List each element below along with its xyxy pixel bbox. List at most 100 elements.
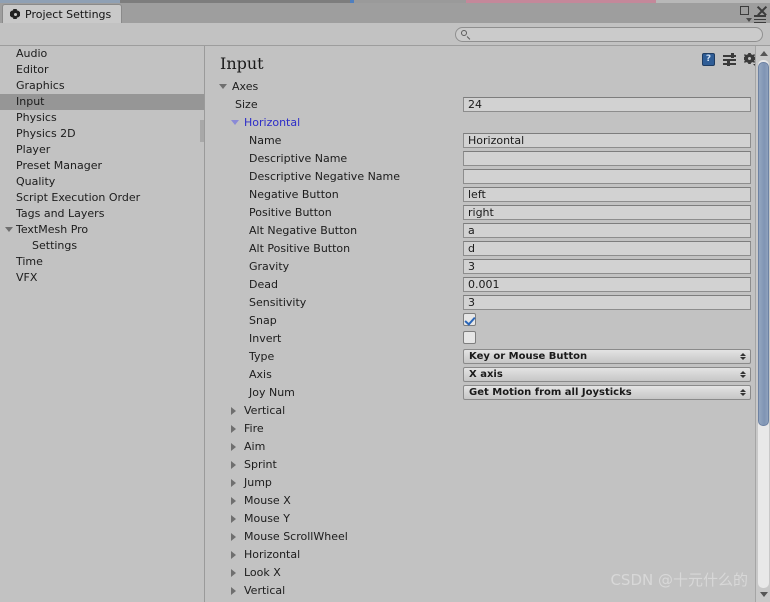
sidebar-item-physics[interactable]: Physics [0,110,204,126]
property-label[interactable]: Mouse ScrollWheel [244,530,348,544]
property-input-sensitivity[interactable] [463,295,751,310]
property-label: Name [249,134,282,147]
property-label: Descriptive Negative Name [249,170,401,183]
sidebar-item-label: Quality [16,175,56,188]
chevron-right-icon[interactable] [231,587,236,595]
property-row-fire: Fire [205,420,770,438]
property-row-horizontal: Horizontal [205,114,770,132]
property-label[interactable]: Aim [244,440,265,454]
sidebar-item-vfx[interactable]: VFX [0,270,204,286]
scroll-up-icon[interactable] [758,48,769,59]
property-input-name[interactable] [463,133,751,148]
sidebar-item-settings[interactable]: Settings [0,238,204,254]
property-label: Snap [249,314,277,327]
chevron-down-icon[interactable] [5,227,13,232]
sidebar-item-time[interactable]: Time [0,254,204,270]
property-label[interactable]: Jump [244,476,272,490]
property-label[interactable]: Axes [232,80,258,94]
property-input-negative-button[interactable] [463,187,751,202]
scroll-down-icon[interactable] [758,589,769,600]
property-label[interactable]: Look X [244,566,281,580]
settings-sidebar[interactable]: Audio Editor Graphics Input Physics Physics 2… [0,46,204,602]
property-row-invert: Invert [205,330,770,348]
sidebar-item-input[interactable]: Input [0,94,204,110]
search-input[interactable] [470,28,754,41]
splitter-handle[interactable] [200,120,204,142]
property-row-type: Type Key or Mouse Button [205,348,770,366]
chevron-right-icon[interactable] [231,551,236,559]
property-label: Gravity [249,260,290,273]
chevron-down-icon[interactable] [231,120,239,125]
property-input-gravity[interactable] [463,259,751,274]
property-input-alt-negative-button[interactable] [463,223,751,238]
dropdown-value: X axis [469,369,503,380]
property-input-size[interactable] [463,97,751,112]
property-label: Positive Button [249,206,332,219]
property-input-alt-positive-button[interactable] [463,241,751,256]
property-label[interactable]: Fire [244,422,264,436]
chevron-right-icon[interactable] [231,425,236,433]
sidebar-item-audio[interactable]: Audio [0,46,204,62]
property-input-descriptive-name[interactable] [463,151,751,166]
sidebar-item-label: Time [16,255,43,268]
chevron-down-icon [746,17,752,22]
sidebar-item-label: Physics [16,111,57,124]
chevron-right-icon[interactable] [231,497,236,505]
property-label[interactable]: Horizontal [244,116,300,130]
help-book-icon[interactable] [702,53,715,66]
sidebar-item-editor[interactable]: Editor [0,62,204,78]
property-row-descriptive-negative-name: Descriptive Negative Name [205,168,770,186]
property-dropdown-joy-num[interactable]: Get Motion from all Joysticks [463,385,751,400]
property-label[interactable]: Sprint [244,458,277,472]
sidebar-item-label: Tags and Layers [16,207,105,220]
property-dropdown-axis[interactable]: X axis [463,367,751,382]
sidebar-item-player[interactable]: Player [0,142,204,158]
property-label[interactable]: Horizontal [244,548,300,562]
vertical-scrollbar[interactable] [755,46,770,602]
property-row-mouse-y: Mouse Y [205,510,770,528]
chevron-right-icon[interactable] [231,407,236,415]
property-label: Sensitivity [249,296,307,309]
sidebar-item-physics-2d[interactable]: Physics 2D [0,126,204,142]
tab-project-settings[interactable]: Project Settings [2,4,123,23]
search-box[interactable] [455,27,763,42]
property-label[interactable]: Vertical [244,584,285,598]
property-row-size: Size [205,96,770,114]
property-input-dead[interactable] [463,277,751,292]
property-checkbox-snap[interactable] [463,313,476,326]
sidebar-item-preset-manager[interactable]: Preset Manager [0,158,204,174]
chevron-right-icon[interactable] [231,533,236,541]
chevron-right-icon[interactable] [231,515,236,523]
tab-bar: Project Settings [0,3,770,24]
chevron-right-icon[interactable] [231,461,236,469]
property-label[interactable]: Mouse Y [244,512,290,526]
property-dropdown-type[interactable]: Key or Mouse Button [463,349,751,364]
sidebar-item-tags-and-layers[interactable]: Tags and Layers [0,206,204,222]
sidebar-item-quality[interactable]: Quality [0,174,204,190]
sidebar-item-script-execution-order[interactable]: Script Execution Order [0,190,204,206]
maximize-icon[interactable] [740,6,749,15]
chevron-right-icon[interactable] [231,443,236,451]
property-checkbox-invert[interactable] [463,331,476,344]
scrollbar-thumb[interactable] [758,62,769,426]
sidebar-item-graphics[interactable]: Graphics [0,78,204,94]
chevron-right-icon[interactable] [231,569,236,577]
project-settings-window: Project Settings Audio Editor Graphics Inpu… [0,0,770,602]
property-label[interactable]: Vertical [244,404,285,418]
property-row-axis: Axis X axis [205,366,770,384]
sidebar-item-label: Settings [32,239,78,252]
preset-icon[interactable] [723,53,736,66]
property-label[interactable]: Mouse X [244,494,291,508]
chevron-updown-icon [740,371,746,378]
chevron-down-icon[interactable] [219,84,227,89]
property-label: Descriptive Name [249,152,348,165]
sidebar-item-textmesh-pro[interactable]: TextMesh Pro [0,222,204,238]
sidebar-item-label: Graphics [16,79,65,92]
chevron-right-icon[interactable] [231,479,236,487]
watermark: CSDN @十元什么的 [610,571,748,589]
property-input-positive-button[interactable] [463,205,751,220]
property-label: Joy Num [249,386,295,399]
property-input-descriptive-negative-name[interactable] [463,169,751,184]
property-row-alt-positive-button: Alt Positive Button [205,240,770,258]
sidebar-item-label: Preset Manager [16,159,103,172]
